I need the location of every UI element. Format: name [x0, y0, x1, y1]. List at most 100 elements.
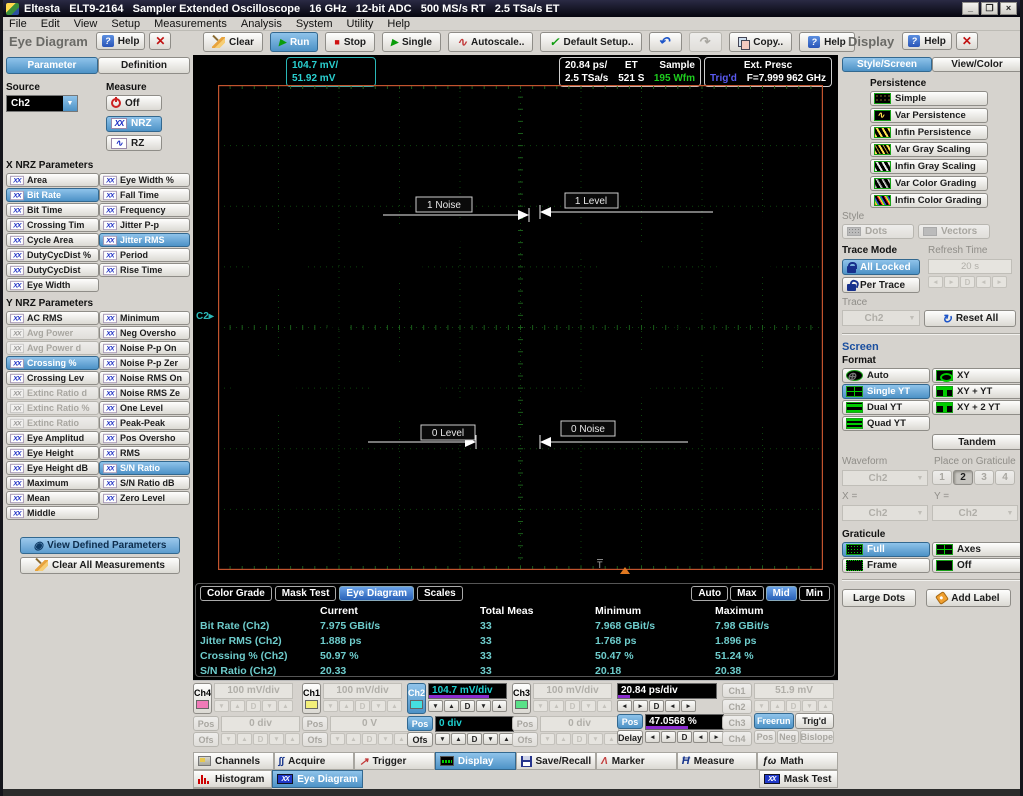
y-nrz-parameter-button[interactable]: Crossing Lev — [6, 371, 99, 385]
y-nrz-parameter-button[interactable]: Minimum — [99, 311, 190, 325]
persistence-mode-button[interactable]: Simple — [870, 91, 988, 106]
pos-button[interactable]: Pos — [193, 716, 219, 731]
graticule-mode-button[interactable]: Frame — [842, 558, 930, 573]
toolbar-button[interactable]: Clear — [203, 32, 263, 52]
y-nrz-parameter-button[interactable]: Noise RMS Ze — [99, 386, 190, 400]
y-nrz-parameter-button[interactable]: Extinc Ratio — [6, 416, 99, 430]
left-panel-tab[interactable]: Parameter — [6, 57, 98, 74]
step-down-icon[interactable]: ▼ — [214, 700, 229, 712]
large-dots-button[interactable]: Large Dots — [842, 589, 916, 607]
y-nrz-parameter-button[interactable]: Peak-Peak — [99, 416, 190, 430]
toolbar-button[interactable]: Copy.. — [729, 32, 792, 52]
results-tab[interactable]: Mask Test — [275, 586, 337, 601]
y-nrz-parameter-button[interactable]: Avg Power — [6, 326, 99, 340]
x-nrz-parameter-button[interactable]: DutyCycDist % — [6, 248, 99, 262]
x-nrz-parameter-button[interactable]: Jitter P-p — [99, 218, 190, 232]
x-nrz-parameter-button[interactable]: Crossing Tim — [6, 218, 99, 232]
close-panel-button[interactable]: ✕ — [149, 32, 171, 50]
menu-item[interactable]: Help — [387, 18, 410, 30]
channel-button[interactable]: Ch2 — [407, 683, 426, 714]
coarse-left-icon[interactable]: ◄ — [665, 700, 680, 712]
channel-button[interactable]: Ch1 — [302, 683, 321, 714]
menu-item[interactable]: Setup — [111, 18, 140, 30]
y-nrz-parameter-button[interactable]: One Level — [99, 401, 190, 415]
ofs-button[interactable]: Ofs — [193, 732, 219, 747]
graticule-mode-button[interactable]: Axes — [932, 542, 1022, 557]
coarse-up-icon[interactable]: ▲ — [597, 700, 612, 712]
coarse-down-icon[interactable]: ▼ — [269, 733, 284, 745]
toolbar-button[interactable] — [689, 32, 722, 52]
source-dropdown[interactable]: Ch2▼ — [6, 95, 78, 112]
y-nrz-parameter-button[interactable]: Maximum — [6, 476, 99, 490]
menu-item[interactable]: Utility — [347, 18, 374, 30]
screen-format-button[interactable]: Auto — [842, 368, 930, 383]
channel-scale-stepper[interactable]: ▼▲D▼▲ — [214, 700, 293, 712]
ofs-button[interactable]: Ofs — [512, 732, 538, 747]
menu-item[interactable]: View — [74, 18, 98, 30]
restore-button[interactable]: ❒ — [981, 2, 998, 15]
help-button[interactable]: Help — [96, 32, 146, 50]
step-up-icon[interactable]: ▲ — [230, 700, 245, 712]
setup-tab[interactable]: Trigger — [354, 752, 435, 770]
setup-tab[interactable]: Acquire — [274, 752, 355, 770]
graticule-mode-button[interactable]: Off — [932, 558, 1022, 573]
delay-pos-button[interactable]: Pos — [617, 714, 643, 729]
results-view-tab[interactable]: Min — [799, 586, 830, 601]
coarse-down-icon[interactable]: ▼ — [371, 700, 386, 712]
trigger-mode-button[interactable]: Trig'd — [795, 713, 834, 729]
graticule-mode-button[interactable]: Full — [842, 542, 930, 557]
tandem-button[interactable]: Tandem — [932, 434, 1022, 450]
persistence-mode-button[interactable]: Infin Color Grading — [870, 193, 988, 208]
help-button[interactable]: Help — [902, 32, 952, 50]
menu-item[interactable]: System — [296, 18, 333, 30]
toolbar-button[interactable]: Autoscale.. — [448, 32, 533, 52]
step-up-icon[interactable]: ▲ — [237, 733, 252, 745]
x-nrz-parameter-button[interactable]: Jitter RMS — [99, 233, 190, 247]
channel-scale-stepper[interactable]: ▼▲D▼▲ — [323, 700, 402, 712]
trigger-mode-button[interactable]: Freerun — [754, 713, 794, 729]
style-button[interactable]: Vectors — [918, 224, 990, 239]
channel-position-stepper[interactable]: ▼▲D▼▲ — [435, 733, 514, 745]
step-default-icon[interactable]: D — [362, 733, 377, 745]
persistence-mode-button[interactable]: Infin Persistence — [870, 125, 988, 140]
x-nrz-parameter-button[interactable]: DutyCycDist — [6, 263, 99, 277]
screen-format-button[interactable]: Single YT — [842, 384, 930, 399]
step-default-icon[interactable]: D — [467, 733, 482, 745]
x-nrz-parameter-button[interactable]: Rise Time — [99, 263, 190, 277]
step-default-icon[interactable]: D — [246, 700, 261, 712]
trigger-slope-button[interactable]: Pos — [754, 730, 776, 744]
x-nrz-parameter-button[interactable]: Bit Rate — [6, 188, 99, 202]
toolbar-button[interactable]: Help — [799, 32, 855, 52]
y-nrz-parameter-button[interactable]: Eye Amplitud — [6, 431, 99, 445]
step-down-icon[interactable]: ▼ — [533, 700, 548, 712]
y-nrz-parameter-button[interactable]: Extinc Ratio % — [6, 401, 99, 415]
channel-scale-stepper[interactable]: ▼▲D▼▲ — [428, 700, 507, 712]
persistence-mode-button[interactable]: Var Color Grading — [870, 176, 988, 191]
y-nrz-parameter-button[interactable]: Avg Power d — [6, 341, 99, 355]
coarse-down-icon[interactable]: ▼ — [588, 733, 603, 745]
toolbar-button[interactable]: Default Setup.. — [540, 32, 642, 52]
y-nrz-parameter-button[interactable]: Middle — [6, 506, 99, 520]
delay-stepper[interactable]: ◄►D◄► — [645, 731, 724, 743]
setup-tab[interactable]: Channels — [193, 752, 274, 770]
step-right-icon[interactable]: ► — [633, 700, 648, 712]
x-nrz-parameter-button[interactable]: Area — [6, 173, 99, 187]
toolbar-button[interactable]: Single — [382, 32, 441, 52]
display-panel-tab[interactable]: View/Color — [932, 57, 1022, 72]
step-down-icon[interactable]: ▼ — [323, 700, 338, 712]
measure-mode-button[interactable]: NRZ — [106, 116, 162, 132]
style-button[interactable]: Dots — [842, 224, 914, 239]
screen-format-button[interactable]: Quad YT — [842, 416, 930, 431]
channel-scale-stepper[interactable]: ▼▲D▼▲ — [533, 700, 612, 712]
view-defined-parameters-button[interactable]: View Defined Parameters — [20, 537, 180, 554]
y-nrz-parameter-button[interactable]: AC RMS — [6, 311, 99, 325]
trigger-slope-button[interactable]: Bislope — [800, 730, 835, 744]
coarse-down-icon[interactable]: ▼ — [581, 700, 596, 712]
step-default-icon[interactable]: D — [677, 731, 692, 743]
toolbar-button[interactable]: Stop — [325, 32, 375, 52]
setup-tab[interactable]: Marker — [596, 752, 677, 770]
y-nrz-parameter-button[interactable]: Mean — [6, 491, 99, 505]
trigger-source-button[interactable]: Ch3 — [722, 715, 752, 730]
step-up-icon[interactable]: ▲ — [346, 733, 361, 745]
results-tab[interactable]: Eye Diagram — [339, 586, 414, 601]
